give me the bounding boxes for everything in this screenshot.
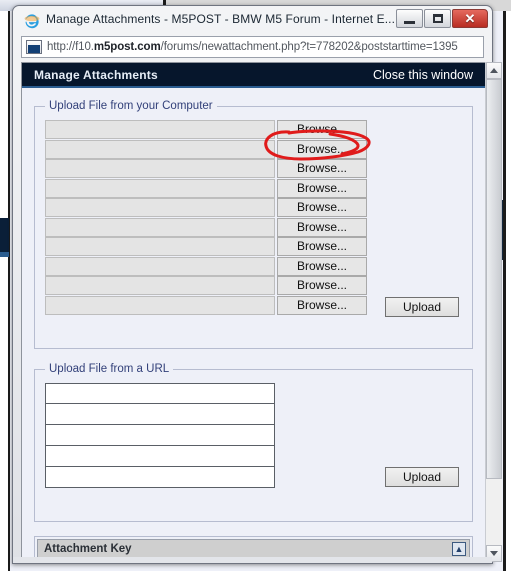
file-upload-row: Browse... [45,159,462,179]
browse-button-4[interactable]: Browse... [277,178,367,198]
file-upload-row: Browse... [45,198,462,218]
collapse-glyph: ▲ [454,543,464,554]
upload-url-button[interactable]: Upload [385,467,459,487]
maximize-icon [432,14,443,23]
close-this-window-link[interactable]: Close this window [373,68,473,82]
url-input-2[interactable] [45,404,275,425]
file-path-input-10[interactable] [45,295,275,315]
scroll-down-arrow-icon [490,551,498,556]
internet-explorer-icon [24,14,40,29]
window-title: Manage Attachments - M5POST - BMW M5 For… [46,12,396,26]
maximize-button[interactable] [424,9,451,28]
scroll-up-arrow-icon [490,68,498,73]
file-path-input-7[interactable] [45,237,275,257]
address-suffix: /forums/newattachment.php?t=778202&posts… [160,41,458,53]
background-left-dark-band [0,218,9,256]
upload-from-url-legend: Upload File from a URL [49,363,170,375]
upload-url-button-row: Upload [45,467,462,511]
upload-from-computer-section: Upload File from your Computer Browse...… [34,100,473,349]
attachment-key-title: Attachment Key [44,543,132,555]
upload-computer-button[interactable]: Upload [385,297,459,317]
page-content: Manage Attachments Close this window Upl… [22,63,485,562]
minimize-button[interactable] [396,9,423,28]
file-upload-row: Browse... [45,217,462,238]
browser-window: Manage Attachments - M5POST - BMW M5 For… [12,5,502,564]
upload-from-computer-legend: Upload File from your Computer [49,100,213,112]
upload-computer-button-row: Upload [45,297,462,338]
address-domain: m5post.com [93,41,161,53]
url-input-5[interactable] [45,467,275,488]
file-upload-row: Browse... [45,237,462,257]
url-input-3[interactable] [45,425,275,446]
file-upload-row: Browse... [45,276,462,296]
background-left-accent-band [0,252,9,257]
page-icon [26,40,42,54]
address-prefix: http://f10. [47,41,94,53]
file-upload-row: Browse... [45,178,462,199]
page-header-bar: Manage Attachments Close this window [22,63,485,88]
file-path-input-3[interactable] [45,159,275,179]
file-path-input-4[interactable] [45,178,275,198]
screen: Manage Attachments - M5POST - BMW M5 For… [0,0,511,571]
browse-button-2[interactable]: Browse... [277,139,367,159]
scroll-up-button[interactable] [486,62,502,79]
vertical-scrollbar[interactable] [485,62,502,562]
collapse-icon[interactable]: ▲ [452,542,466,556]
minimize-icon [404,20,415,24]
browse-button-3[interactable]: Browse... [277,159,367,179]
file-path-input-2[interactable] [45,139,275,159]
browse-button-5[interactable]: Browse... [277,198,367,218]
window-bottom-edge [13,557,492,563]
scrollbar-thumb[interactable] [486,79,502,479]
file-path-input-5[interactable] [45,198,275,218]
address-bar[interactable]: http://f10.m5post.com/forums/newattachme… [21,36,484,58]
title-bar[interactable]: Manage Attachments - M5POST - BMW M5 For… [13,6,492,34]
background-right-strip [506,11,511,571]
file-upload-rows: Browse... Browse... Browse... Browse... Brow… [45,120,462,315]
attachment-key-header: Attachment Key ▲ [37,539,470,559]
file-path-input-6[interactable] [45,217,275,237]
page-viewport: Manage Attachments Close this window Upl… [21,62,485,562]
page-title: Manage Attachments [34,67,158,82]
browse-button-1[interactable]: Browse... [277,120,367,140]
file-path-input-9[interactable] [45,276,275,296]
file-upload-row: Browse... [45,120,462,140]
file-path-input-8[interactable] [45,256,275,276]
browse-button-10[interactable]: Browse... [277,295,367,315]
url-input-1[interactable] [45,383,275,404]
file-upload-row: Browse... [45,139,462,160]
close-icon: ✕ [464,11,476,26]
address-text: http://f10.m5post.com/forums/newattachme… [47,41,458,53]
background-left-rule [8,11,10,571]
page-body: Upload File from your Computer Browse...… [22,88,485,562]
browse-button-8[interactable]: Browse... [277,256,367,276]
browse-button-9[interactable]: Browse... [277,276,367,296]
close-window-button[interactable]: ✕ [452,9,488,28]
browse-button-7[interactable]: Browse... [277,237,367,257]
file-path-input-1[interactable] [45,120,275,140]
window-controls: ✕ [396,9,488,28]
browse-button-6[interactable]: Browse... [277,217,367,237]
url-input-4[interactable] [45,446,275,467]
file-upload-row: Browse... [45,256,462,277]
upload-from-url-section: Upload File from a URL Upload [34,363,473,522]
